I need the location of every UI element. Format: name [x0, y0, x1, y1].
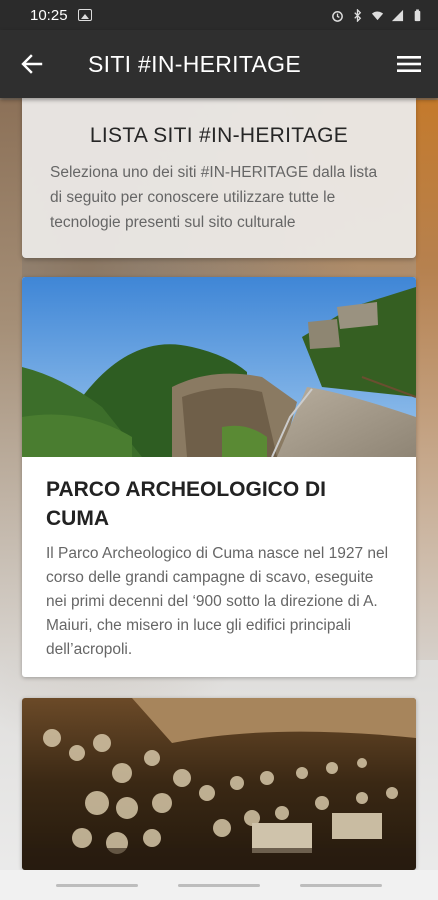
handle-left — [56, 883, 138, 887]
signal-icon — [391, 9, 404, 21]
bluetooth-icon — [354, 8, 362, 22]
site-card-2[interactable] — [22, 698, 416, 870]
status-icons — [331, 8, 424, 22]
site-description: Il Parco Archeologico di Cuma nasce nel … — [46, 545, 389, 658]
site-photo-cuma — [22, 277, 416, 457]
site-card-body: PARCO ARCHEOLOGICO DI CUMA Il Parco Arch… — [22, 457, 416, 662]
back-button[interactable] — [0, 30, 64, 98]
page-title: SITI #IN-HERITAGE — [88, 50, 301, 77]
background-column-left — [0, 100, 22, 660]
site-title: PARCO ARCHEOLOGICO DI CUMA — [46, 478, 327, 530]
intro-card: LISTA SITI #IN-HERITAGE Seleziona uno de… — [22, 98, 416, 258]
intro-title: LISTA SITI #IN-HERITAGE — [89, 124, 349, 147]
menu-button[interactable] — [380, 30, 438, 98]
background-column-right — [416, 100, 438, 660]
arrow-left-icon — [21, 54, 43, 74]
site-card-cuma[interactable]: PARCO ARCHEOLOGICO DI CUMA Il Parco Arch… — [22, 277, 416, 677]
app-bar: SITI #IN-HERITAGE — [0, 30, 438, 98]
status-bar: 10:25 — [0, 0, 438, 30]
handle-center — [178, 883, 260, 887]
battery-icon — [414, 8, 421, 21]
wifi-icon — [371, 11, 384, 20]
alarm-icon — [332, 10, 343, 22]
bottom-bar — [0, 870, 438, 900]
image-icon — [77, 9, 92, 21]
status-time: 10:25 — [30, 6, 68, 24]
handle-right — [300, 883, 382, 887]
intro-text: Seleziona uno dei siti #IN-HERITAGE dall… — [50, 164, 378, 231]
hamburger-icon — [397, 56, 421, 72]
site-photo-ossuary — [22, 698, 416, 870]
